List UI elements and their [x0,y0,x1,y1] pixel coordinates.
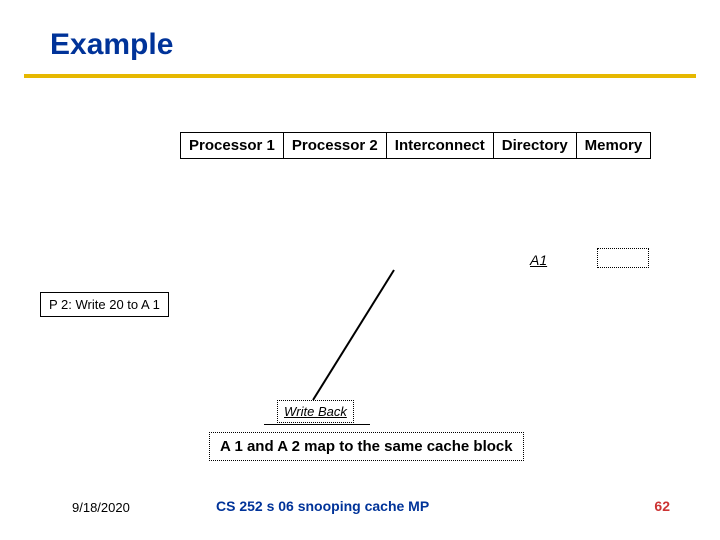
timeline-header-table: Processor 1 Processor 2 Interconnect Dir… [180,132,651,159]
writeback-label: Write Back [277,400,354,423]
footer-course: CS 252 s 06 snooping cache MP [216,498,429,514]
p2-action-box: P 2: Write 20 to A 1 [40,292,169,317]
footer-date: 9/18/2020 [72,500,130,515]
slide-title: Example [50,28,173,62]
col-processor1: Processor 1 [181,133,284,159]
col-directory: Directory [493,133,576,159]
footer-page-number: 62 [654,498,670,514]
writeback-underline [264,424,370,425]
col-interconnect: Interconnect [386,133,493,159]
mapping-note: A 1 and A 2 map to the same cache block [209,432,524,461]
title-underline [24,74,696,78]
directory-entry-a1: A1 [530,252,547,268]
col-memory: Memory [576,133,651,159]
col-processor2: Processor 2 [283,133,386,159]
memory-cell-placeholder [597,248,649,268]
